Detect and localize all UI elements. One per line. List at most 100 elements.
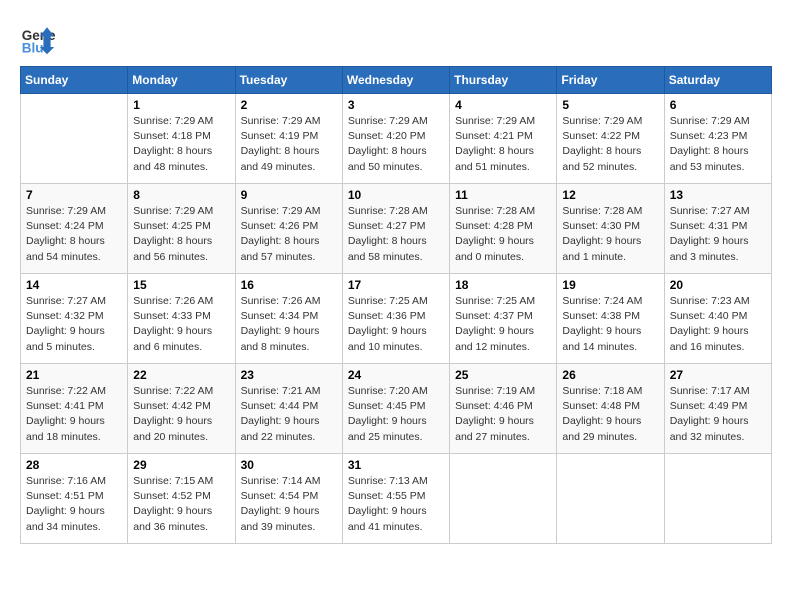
day-cell: 2Sunrise: 7:29 AM Sunset: 4:19 PM Daylig… <box>235 94 342 184</box>
day-cell: 11 Sunrise: 7:28 AM Sunset: 4:28 PM Dayli… <box>450 184 557 274</box>
day-info: Sunrise: 7:26 AM Sunset: 4:34 PM Dayligh… <box>241 294 337 355</box>
calendar-header: SundayMondayTuesdayWednesdayThursdayFrid… <box>21 67 772 94</box>
day-number: 3 <box>348 98 444 112</box>
day-cell: 16 Sunrise: 7:26 AM Sunset: 4:34 PM Dayli… <box>235 274 342 364</box>
day-info: Sunrise: 7:15 AM Sunset: 4:52 PM Dayligh… <box>133 474 229 535</box>
day-info: Sunrise: 7:19 AM Sunset: 4:46 PM Dayligh… <box>455 384 551 445</box>
day-info: Sunrise: 7:25 AM Sunset: 4:36 PM Dayligh… <box>348 294 444 355</box>
day-info: Sunrise: 7:14 AM Sunset: 4:54 PM Dayligh… <box>241 474 337 535</box>
col-header-monday: Monday <box>128 67 235 94</box>
col-header-sunday: Sunday <box>21 67 128 94</box>
day-number: 19 <box>562 278 658 292</box>
day-info: Sunrise: 7:17 AM Sunset: 4:49 PM Dayligh… <box>670 384 766 445</box>
day-info: Sunrise: 7:21 AM Sunset: 4:44 PM Dayligh… <box>241 384 337 445</box>
day-number: 4 <box>455 98 551 112</box>
day-info: Sunrise: 7:27 AM Sunset: 4:32 PM Dayligh… <box>26 294 122 355</box>
day-info: Sunrise: 7:22 AM Sunset: 4:42 PM Dayligh… <box>133 384 229 445</box>
day-cell: 25 Sunrise: 7:19 AM Sunset: 4:46 PM Dayli… <box>450 364 557 454</box>
col-header-tuesday: Tuesday <box>235 67 342 94</box>
day-cell: 13 Sunrise: 7:27 AM Sunset: 4:31 PM Dayli… <box>664 184 771 274</box>
week-row-1: 1 Sunrise: 7:29 AM Sunset: 4:18 PM Daylig… <box>21 94 772 184</box>
day-cell <box>557 454 664 544</box>
day-number: 28 <box>26 458 122 472</box>
day-number: 27 <box>670 368 766 382</box>
calendar-table: SundayMondayTuesdayWednesdayThursdayFrid… <box>20 66 772 544</box>
day-number: 15 <box>133 278 229 292</box>
day-number: 10 <box>348 188 444 202</box>
day-number: 22 <box>133 368 229 382</box>
day-info: Sunrise: 7:13 AM Sunset: 4:55 PM Dayligh… <box>348 474 444 535</box>
day-number: 11 <box>455 188 551 202</box>
day-info: Sunrise: 7:29 AM Sunset: 4:26 PM Dayligh… <box>241 204 337 265</box>
day-cell: 4 Sunrise: 7:29 AM Sunset: 4:21 PM Daylig… <box>450 94 557 184</box>
day-number: 18 <box>455 278 551 292</box>
day-number: 14 <box>26 278 122 292</box>
day-number: 17 <box>348 278 444 292</box>
day-cell: 7 Sunrise: 7:29 AM Sunset: 4:24 PM Daylig… <box>21 184 128 274</box>
day-cell <box>450 454 557 544</box>
day-cell: 31Sunrise: 7:13 AM Sunset: 4:55 PM Dayli… <box>342 454 449 544</box>
day-info: Sunrise: 7:29 AM Sunset: 4:20 PM Dayligh… <box>348 114 444 175</box>
day-number: 9 <box>241 188 337 202</box>
day-number: 13 <box>670 188 766 202</box>
day-cell: 30 Sunrise: 7:14 AM Sunset: 4:54 PM Dayli… <box>235 454 342 544</box>
day-number: 29 <box>133 458 229 472</box>
day-cell: 23Sunrise: 7:21 AM Sunset: 4:44 PM Dayli… <box>235 364 342 454</box>
day-info: Sunrise: 7:29 AM Sunset: 4:24 PM Dayligh… <box>26 204 122 265</box>
header-row: SundayMondayTuesdayWednesdayThursdayFrid… <box>21 67 772 94</box>
day-info: Sunrise: 7:28 AM Sunset: 4:30 PM Dayligh… <box>562 204 658 265</box>
day-cell: 26 Sunrise: 7:18 AM Sunset: 4:48 PM Dayli… <box>557 364 664 454</box>
day-cell: 27 Sunrise: 7:17 AM Sunset: 4:49 PM Dayli… <box>664 364 771 454</box>
day-cell: 10Sunrise: 7:28 AM Sunset: 4:27 PM Dayli… <box>342 184 449 274</box>
day-number: 30 <box>241 458 337 472</box>
col-header-wednesday: Wednesday <box>342 67 449 94</box>
day-cell: 21 Sunrise: 7:22 AM Sunset: 4:41 PM Dayli… <box>21 364 128 454</box>
day-info: Sunrise: 7:24 AM Sunset: 4:38 PM Dayligh… <box>562 294 658 355</box>
day-cell: 17 Sunrise: 7:25 AM Sunset: 4:36 PM Dayli… <box>342 274 449 364</box>
day-info: Sunrise: 7:29 AM Sunset: 4:25 PM Dayligh… <box>133 204 229 265</box>
day-cell: 22 Sunrise: 7:22 AM Sunset: 4:42 PM Dayli… <box>128 364 235 454</box>
day-cell: 5 Sunrise: 7:29 AM Sunset: 4:22 PM Daylig… <box>557 94 664 184</box>
day-number: 24 <box>348 368 444 382</box>
day-cell: 28 Sunrise: 7:16 AM Sunset: 4:51 PM Dayli… <box>21 454 128 544</box>
day-info: Sunrise: 7:18 AM Sunset: 4:48 PM Dayligh… <box>562 384 658 445</box>
calendar-body: 1 Sunrise: 7:29 AM Sunset: 4:18 PM Daylig… <box>21 94 772 544</box>
col-header-thursday: Thursday <box>450 67 557 94</box>
week-row-3: 14 Sunrise: 7:27 AM Sunset: 4:32 PM Dayli… <box>21 274 772 364</box>
day-info: Sunrise: 7:23 AM Sunset: 4:40 PM Dayligh… <box>670 294 766 355</box>
day-cell: 1 Sunrise: 7:29 AM Sunset: 4:18 PM Daylig… <box>128 94 235 184</box>
day-cell: 14 Sunrise: 7:27 AM Sunset: 4:32 PM Dayli… <box>21 274 128 364</box>
day-cell: 3 Sunrise: 7:29 AM Sunset: 4:20 PM Daylig… <box>342 94 449 184</box>
day-info: Sunrise: 7:22 AM Sunset: 4:41 PM Dayligh… <box>26 384 122 445</box>
day-info: Sunrise: 7:29 AM Sunset: 4:21 PM Dayligh… <box>455 114 551 175</box>
day-info: Sunrise: 7:28 AM Sunset: 4:28 PM Dayligh… <box>455 204 551 265</box>
day-info: Sunrise: 7:25 AM Sunset: 4:37 PM Dayligh… <box>455 294 551 355</box>
day-info: Sunrise: 7:16 AM Sunset: 4:51 PM Dayligh… <box>26 474 122 535</box>
logo: General Blue <box>20 20 60 56</box>
day-number: 25 <box>455 368 551 382</box>
page-header: General Blue <box>20 20 772 56</box>
week-row-2: 7 Sunrise: 7:29 AM Sunset: 4:24 PM Daylig… <box>21 184 772 274</box>
day-number: 5 <box>562 98 658 112</box>
day-info: Sunrise: 7:29 AM Sunset: 4:22 PM Dayligh… <box>562 114 658 175</box>
day-cell: 29 Sunrise: 7:15 AM Sunset: 4:52 PM Dayli… <box>128 454 235 544</box>
logo-icon: General Blue <box>20 20 56 56</box>
day-cell: 6Sunrise: 7:29 AM Sunset: 4:23 PM Daylig… <box>664 94 771 184</box>
day-cell <box>21 94 128 184</box>
day-number: 16 <box>241 278 337 292</box>
day-cell: 20 Sunrise: 7:23 AM Sunset: 4:40 PM Dayli… <box>664 274 771 364</box>
day-number: 6 <box>670 98 766 112</box>
week-row-4: 21 Sunrise: 7:22 AM Sunset: 4:41 PM Dayli… <box>21 364 772 454</box>
day-info: Sunrise: 7:27 AM Sunset: 4:31 PM Dayligh… <box>670 204 766 265</box>
day-number: 20 <box>670 278 766 292</box>
day-cell: 19 Sunrise: 7:24 AM Sunset: 4:38 PM Dayli… <box>557 274 664 364</box>
day-cell <box>664 454 771 544</box>
day-number: 1 <box>133 98 229 112</box>
day-number: 12 <box>562 188 658 202</box>
day-info: Sunrise: 7:29 AM Sunset: 4:18 PM Dayligh… <box>133 114 229 175</box>
day-number: 7 <box>26 188 122 202</box>
day-cell: 15Sunrise: 7:26 AM Sunset: 4:33 PM Dayli… <box>128 274 235 364</box>
day-number: 21 <box>26 368 122 382</box>
day-number: 26 <box>562 368 658 382</box>
day-number: 2 <box>241 98 337 112</box>
